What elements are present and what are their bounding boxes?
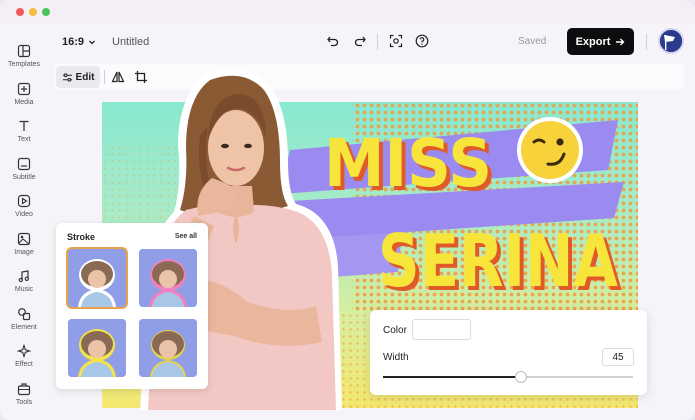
sidebar-label: Tools (15, 399, 33, 406)
save-status: Saved (518, 36, 547, 47)
image-icon (17, 232, 31, 246)
stroke-thumbnail (139, 319, 197, 377)
sidebar-item-effect[interactable]: Effect (0, 342, 48, 378)
width-slider[interactable] (383, 371, 633, 383)
aspect-ratio-dropdown[interactable]: 16:9 (62, 36, 96, 48)
help-icon[interactable] (415, 34, 429, 48)
sidebar-item-video[interactable]: Video (0, 192, 48, 228)
see-all-link[interactable]: See all (175, 233, 197, 240)
sidebar-label: Media (14, 99, 34, 106)
stroke-thumbnail (68, 249, 126, 307)
sidebar-label: Music (14, 286, 34, 293)
avatar-image (660, 30, 682, 52)
stroke-panel-title: Stroke (67, 232, 96, 242)
video-icon (17, 194, 31, 208)
sidebar-item-media[interactable]: Media (0, 80, 48, 116)
sidebar-item-subtitle[interactable]: Subtitle (0, 155, 48, 191)
width-slider-handle[interactable] (514, 371, 527, 383)
chevron-down-icon (89, 40, 95, 45)
width-input[interactable]: 45 (602, 348, 634, 366)
top-bar: 16:9 Untitled Saved Export (48, 24, 695, 60)
sidebar-item-templates[interactable]: Templates (0, 42, 48, 78)
screenshot-icon[interactable] (389, 34, 403, 48)
flip-icon[interactable] (111, 70, 125, 84)
user-avatar[interactable] (658, 28, 684, 54)
toolbar-divider (377, 34, 378, 50)
stroke-option-white[interactable] (66, 247, 128, 309)
stroke-option-pink[interactable] (139, 249, 197, 307)
sidebar-label: Element (11, 324, 37, 331)
sidebar-label: Video (15, 211, 33, 218)
close-window-button[interactable] (16, 8, 24, 16)
music-icon (18, 270, 29, 283)
sidebar-item-element[interactable]: Element (0, 305, 48, 341)
media-icon (17, 82, 31, 96)
headline-line-2: SERINA (378, 219, 618, 303)
edit-button[interactable]: Edit (56, 66, 100, 88)
sidebar-item-image[interactable]: Image (0, 230, 48, 266)
sidebar-item-music[interactable]: Music (0, 267, 48, 303)
sidebar-label: Effect (15, 361, 33, 368)
sidebar-label: Image (14, 249, 34, 256)
sliders-icon (62, 72, 72, 82)
title-bar (0, 0, 695, 24)
width-slider-fill (383, 376, 521, 378)
document-title[interactable]: Untitled (112, 36, 149, 48)
stroke-panel: Stroke See all (56, 223, 208, 389)
edit-label: Edit (75, 71, 95, 83)
subtitle-icon (17, 157, 31, 171)
wink-emoji (517, 117, 583, 183)
sidebar-label: Templates (8, 61, 40, 68)
stroke-thumbnail (68, 319, 126, 377)
width-label: Width (383, 352, 409, 363)
templates-icon (17, 44, 31, 58)
minimize-window-button[interactable] (29, 8, 37, 16)
color-label: Color (383, 325, 407, 336)
tools-icon (17, 383, 31, 396)
headline-line-1: MISS (324, 125, 492, 202)
element-icon (18, 308, 31, 321)
maximize-window-button[interactable] (42, 8, 50, 16)
redo-icon[interactable] (353, 34, 367, 48)
text-icon (19, 120, 29, 131)
stroke-option-gold[interactable] (139, 319, 197, 377)
stroke-option-yellow[interactable] (68, 319, 126, 377)
left-sidebar: Templates Media Text Subtitle Video Imag… (0, 24, 48, 420)
toolbar-divider (104, 70, 105, 84)
sidebar-item-tools[interactable]: Tools (0, 380, 48, 416)
arrow-right-icon (616, 38, 625, 45)
sidebar-label: Subtitle (12, 174, 36, 181)
toolbar-divider (646, 34, 647, 50)
stroke-thumbnail (139, 249, 197, 307)
aspect-ratio-value: 16:9 (62, 36, 85, 48)
export-button[interactable]: Export (567, 28, 634, 55)
export-label: Export (575, 35, 611, 48)
sidebar-item-text[interactable]: Text (0, 117, 48, 153)
stroke-settings-panel: Color Width 45 (370, 310, 647, 395)
effect-icon (17, 344, 31, 358)
color-picker[interactable] (412, 319, 471, 340)
sidebar-label: Text (17, 136, 31, 143)
app-window: Templates Media Text Subtitle Video Imag… (0, 0, 695, 420)
undo-icon[interactable] (326, 34, 340, 48)
